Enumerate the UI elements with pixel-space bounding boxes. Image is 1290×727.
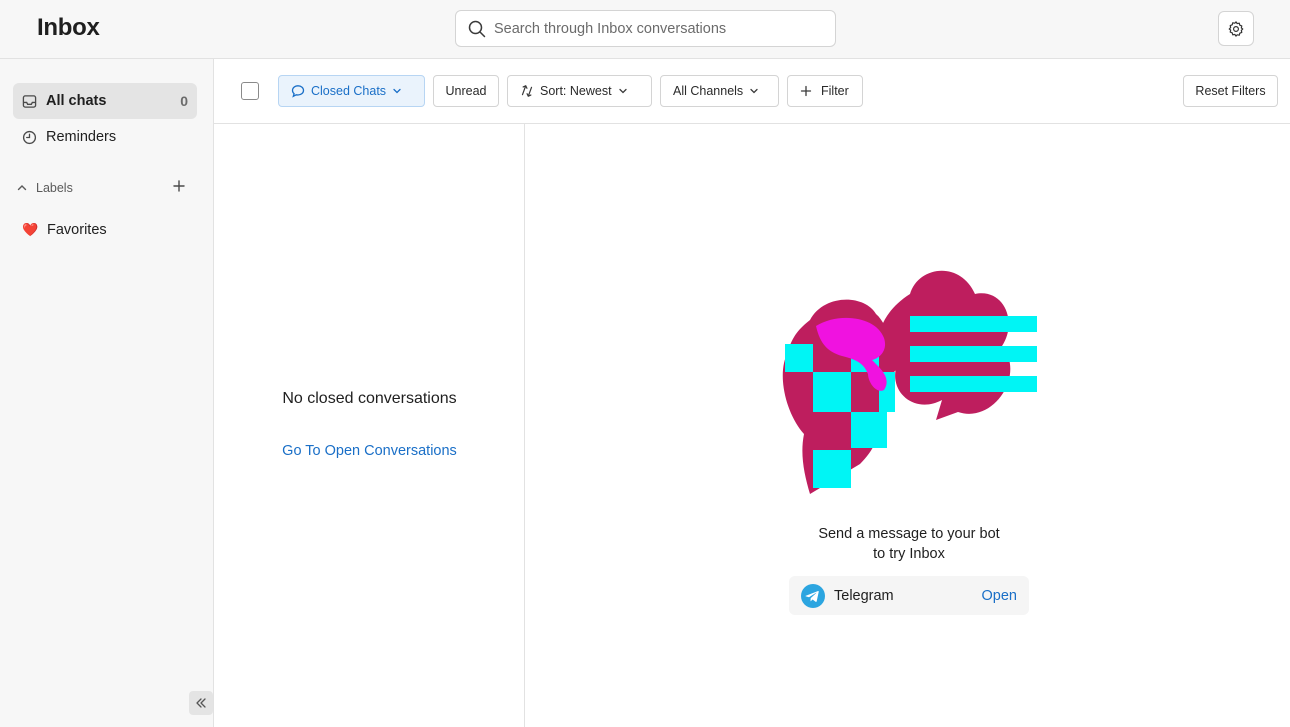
conversation-list: No closed conversations Go To Open Conve…	[214, 124, 525, 727]
bot-instructions: Send a message to your bot to try Inbox	[789, 524, 1029, 564]
search-box[interactable]	[455, 10, 836, 47]
all-channels-dropdown[interactable]: All Channels	[660, 75, 779, 107]
labels-heading: Labels	[36, 181, 73, 195]
bot-instructions-line2: to try Inbox	[873, 546, 945, 562]
chat-bubble-icon	[291, 85, 305, 98]
empty-state-title: No closed conversations	[282, 390, 457, 407]
search-icon	[468, 20, 486, 37]
bot-instructions-line1: Send a message to your bot	[818, 526, 1000, 542]
sidebar-item-all-chats[interactable]: All chats 0	[13, 83, 197, 119]
sidebar-item-favorites[interactable]: ❤️ Favorites	[13, 212, 197, 248]
select-all-checkbox[interactable]	[241, 82, 259, 100]
gear-icon	[1228, 20, 1244, 37]
app-title: Inbox	[37, 14, 100, 41]
chat-illustration	[782, 270, 1037, 494]
add-filter-button[interactable]: Filter	[787, 75, 863, 107]
filter-toolbar: Closed Chats Unread Sort: Newest All Cha…	[214, 59, 1290, 124]
chevron-down-icon	[618, 88, 627, 94]
labels-section-header[interactable]: Labels	[16, 178, 186, 198]
chevron-down-icon	[393, 88, 401, 94]
telegram-channel-card: Telegram Open	[789, 576, 1029, 615]
chevron-up-icon	[17, 185, 27, 191]
closed-chats-label: Closed Chats	[311, 84, 387, 98]
sidebar-item-reminders[interactable]: Reminders	[13, 119, 197, 155]
top-bar: Inbox	[0, 0, 1290, 59]
search-input[interactable]	[494, 20, 814, 37]
clock-icon	[22, 130, 37, 144]
sidebar: All chats 0 Reminders Labels ❤️ Favorite…	[0, 59, 214, 727]
inbox-icon	[22, 94, 37, 108]
sort-icon	[521, 85, 533, 97]
heart-icon: ❤️	[22, 222, 39, 237]
all-channels-label: All Channels	[673, 84, 744, 98]
sidebar-item-label: Favorites	[47, 222, 107, 238]
double-chevron-left-icon	[196, 698, 206, 708]
chevron-down-icon	[750, 88, 758, 94]
go-to-open-conversations-link[interactable]: Go To Open Conversations	[214, 443, 525, 459]
collapse-sidebar-button[interactable]	[189, 691, 213, 715]
reset-filters-label: Reset Filters	[1195, 84, 1266, 98]
plus-icon	[800, 85, 812, 97]
sort-label: Sort: Newest	[540, 84, 612, 98]
open-telegram-link[interactable]: Open	[982, 588, 1017, 604]
sidebar-item-label: Reminders	[46, 129, 117, 145]
settings-button[interactable]	[1218, 11, 1254, 46]
conversation-detail: Send a message to your bot to try Inbox …	[525, 124, 1290, 727]
channel-name: Telegram	[834, 587, 894, 604]
closed-chats-dropdown[interactable]: Closed Chats	[278, 75, 425, 107]
add-label-icon[interactable]	[172, 179, 186, 193]
reset-filters-button[interactable]: Reset Filters	[1183, 75, 1278, 107]
chat-count-badge: 0	[180, 93, 188, 109]
telegram-icon	[801, 583, 825, 608]
filter-label: Filter	[821, 84, 849, 98]
unread-filter-button[interactable]: Unread	[433, 75, 499, 107]
sort-dropdown[interactable]: Sort: Newest	[507, 75, 652, 107]
sidebar-item-label: All chats	[46, 93, 107, 109]
unread-label: Unread	[445, 84, 487, 98]
